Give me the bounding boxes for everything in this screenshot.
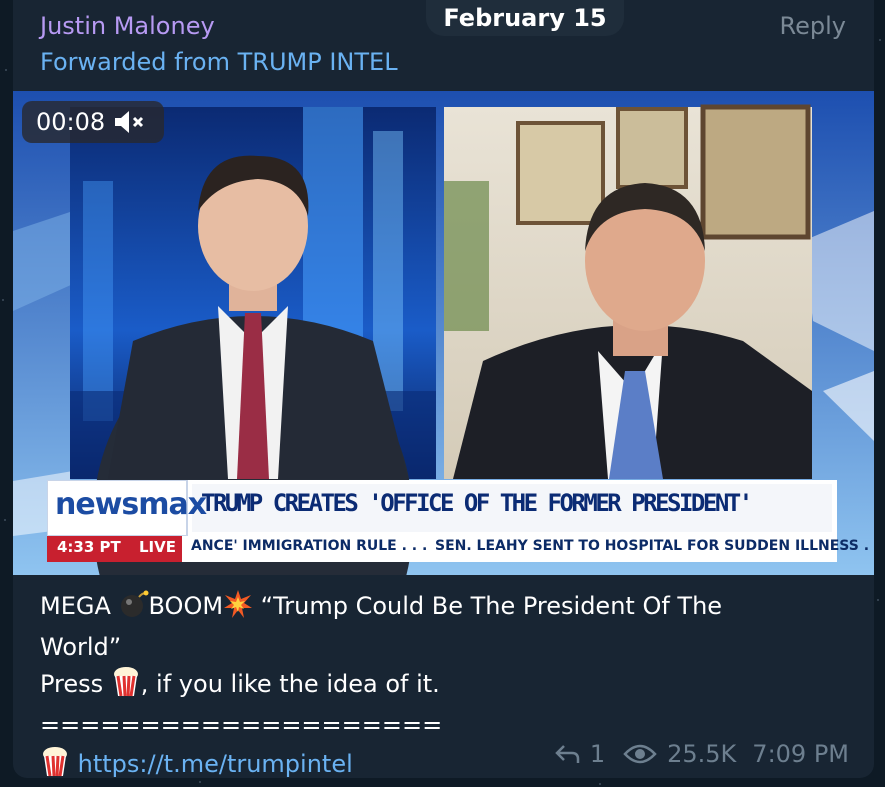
message-time: 7:09 PM bbox=[752, 740, 849, 768]
ticker-item-2: SEN. LEAHY SENT TO HOSPITAL FOR SUDDEN I… bbox=[435, 538, 870, 554]
reply-button[interactable]: Reply bbox=[780, 12, 846, 40]
date-pill: February 15 bbox=[426, 0, 624, 36]
popcorn-emoji bbox=[111, 665, 141, 707]
caption-quote-part1: “Trump Could Be The President Of The bbox=[253, 592, 723, 620]
collision-emoji bbox=[223, 589, 253, 629]
reply-count[interactable]: 1 bbox=[590, 740, 605, 768]
popcorn-emoji bbox=[40, 745, 70, 787]
view-count: 25.5K bbox=[667, 740, 737, 768]
caption-call-to-action: , if you like the idea of it. bbox=[140, 670, 440, 698]
caption-boom: BOOM bbox=[148, 592, 224, 620]
video-player[interactable]: 00:08 newsmax TRUMP CREATES 'OFFICE OF T… bbox=[13, 91, 874, 575]
bomb-emoji bbox=[119, 589, 149, 629]
channel-link[interactable]: https://t.me/trumpintel bbox=[78, 750, 353, 778]
caption-separator: ==================== bbox=[40, 711, 443, 739]
video-headline: TRUMP CREATES 'OFFICE OF THE FORMER PRES… bbox=[201, 489, 753, 517]
caption-press: Press bbox=[40, 670, 111, 698]
forwarded-from-link[interactable]: Forwarded from TRUMP INTEL bbox=[40, 48, 398, 76]
video-clock: 4:33 PT bbox=[57, 538, 121, 556]
caption-quote-part2: World” bbox=[40, 633, 122, 661]
eye-icon bbox=[623, 744, 657, 764]
live-badge: LIVE bbox=[139, 538, 176, 556]
video-duration: 00:08 bbox=[36, 108, 106, 136]
muted-speaker-icon[interactable] bbox=[113, 109, 147, 135]
video-duration-badge[interactable]: 00:08 bbox=[22, 101, 164, 143]
message-meta: 1 25.5K 7:09 PM bbox=[554, 740, 849, 768]
ticker-item-1: ANCE' IMMIGRATION RULE . . . bbox=[191, 538, 428, 554]
reply-arrow-icon[interactable] bbox=[554, 743, 580, 765]
network-logo: newsmax bbox=[55, 487, 207, 522]
sender-name[interactable]: Justin Maloney bbox=[40, 12, 215, 40]
caption-mega: MEGA bbox=[40, 592, 119, 620]
